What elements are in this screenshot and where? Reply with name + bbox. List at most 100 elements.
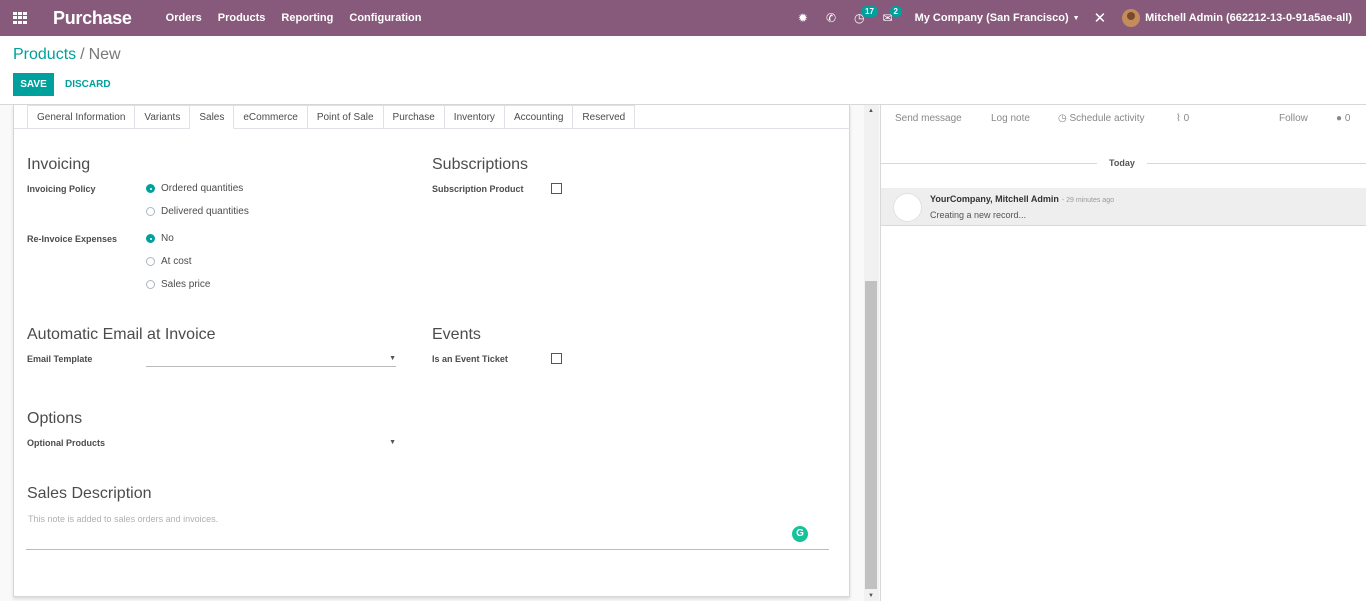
subscription-product-label: Subscription Product (432, 184, 524, 194)
app-name[interactable]: Purchase (53, 8, 132, 29)
sales-description-field[interactable]: This note is added to sales orders and i… (26, 512, 829, 550)
phone-icon[interactable]: ✆ (826, 11, 836, 25)
tab-sales[interactable]: Sales (190, 105, 235, 129)
email-template-select[interactable]: ▼ (146, 353, 396, 367)
user-menu[interactable]: Mitchell Admin (662212-13-0-91a5ae-all) (1122, 9, 1352, 27)
close-icon[interactable]: ✕ (1094, 9, 1107, 27)
user-name: Mitchell Admin (662212-13-0-91a5ae-all) (1145, 12, 1352, 24)
tab-accounting[interactable]: Accounting (504, 105, 574, 129)
save-button[interactable]: SAVE (13, 73, 54, 96)
tab-variants[interactable]: Variants (135, 105, 191, 129)
tab-reserved[interactable]: Reserved (573, 105, 636, 129)
message-count-badge: 2 (889, 6, 902, 17)
tab-ecommerce[interactable]: eCommerce (234, 105, 308, 129)
menu-orders[interactable]: Orders (166, 12, 202, 24)
messages-icon[interactable]: ✉ 2 (883, 6, 902, 25)
user-icon: ● (1336, 113, 1345, 124)
radio-dot (146, 184, 155, 193)
breadcrumb: Products / New (13, 46, 121, 64)
radio-label: Sales price (161, 279, 211, 290)
sales-description-title: Sales Description (27, 485, 152, 502)
event-ticket-checkbox[interactable] (551, 353, 562, 364)
subscription-product-checkbox[interactable] (551, 183, 562, 194)
radio-dot (146, 280, 155, 289)
optional-products-select[interactable]: ▼ (146, 437, 396, 451)
radio-reinvoice-no[interactable]: No (146, 233, 174, 244)
chatter-panel: Send message Log note ◷ Schedule activit… (880, 105, 1366, 601)
scroll-thumb[interactable] (865, 281, 877, 589)
radio-label: No (161, 233, 174, 244)
activity-clock-icon[interactable]: ◷ 17 (854, 6, 878, 25)
attachments-button[interactable]: ⌇ 0 (1176, 113, 1189, 124)
attachments-count: 0 (1183, 113, 1190, 124)
radio-ordered-quantities[interactable]: Ordered quantities (146, 183, 243, 194)
dropdown-arrow-icon: ▼ (389, 355, 396, 362)
message-avatar (893, 193, 922, 222)
event-ticket-label: Is an Event Ticket (432, 354, 508, 364)
menu-products[interactable]: Products (218, 12, 266, 24)
avatar (1122, 9, 1141, 27)
tab-purchase[interactable]: Purchase (383, 105, 445, 129)
company-switcher[interactable]: My Company (San Francisco) ▼ (915, 12, 1080, 24)
company-name: My Company (San Francisco) (914, 12, 1069, 24)
radio-label: Delivered quantities (161, 206, 249, 217)
discard-button[interactable]: DISCARD (65, 79, 111, 90)
breadcrumb-current: New (88, 46, 121, 63)
grammarly-icon[interactable]: G (792, 526, 808, 542)
message-author[interactable]: YourCompany, Mitchell Admin (930, 194, 1059, 204)
breadcrumb-separator: / (80, 46, 85, 63)
notebook-tabs: General Information Variants Sales eComm… (27, 105, 636, 129)
invoicing-policy-label: Invoicing Policy (27, 184, 96, 194)
log-note-button[interactable]: Log note (991, 113, 1030, 124)
auto-email-title: Automatic Email at Invoice (27, 326, 216, 343)
subscriptions-title: Subscriptions (432, 156, 529, 173)
form-scrollbar[interactable]: ▲ ▼ (864, 105, 879, 601)
events-title: Events (432, 326, 481, 343)
radio-label: At cost (161, 256, 192, 267)
paperclip-icon: ⌇ (1176, 113, 1184, 124)
radio-dot (146, 234, 155, 243)
radio-dot (146, 257, 155, 266)
sales-description-placeholder: This note is added to sales orders and i… (28, 514, 219, 524)
date-separator-label: Today (1097, 158, 1147, 168)
chatter-topbar: Send message Log note ◷ Schedule activit… (881, 105, 1366, 133)
clock-icon: ◷ (1058, 113, 1070, 124)
radio-reinvoice-sales-price[interactable]: Sales price (146, 279, 210, 290)
radio-dot (146, 207, 155, 216)
radio-delivered-quantities[interactable]: Delivered quantities (146, 206, 249, 217)
optional-products-label: Optional Products (27, 438, 106, 448)
caret-down-icon: ▼ (1072, 15, 1080, 22)
breadcrumb-products[interactable]: Products (13, 46, 76, 63)
options-title: Options (27, 410, 83, 427)
apps-menu-icon[interactable] (13, 12, 27, 24)
top-navbar: Purchase Orders Products Reporting Confi… (0, 0, 1366, 36)
follow-button[interactable]: Follow (1279, 113, 1308, 124)
systray: ✹ ✆ ◷ 17 ✉ 2 My Company (San Francisco) ▼ ✕… (798, 0, 1366, 36)
scroll-up-arrow-icon[interactable]: ▲ (868, 108, 874, 114)
message-body: Creating a new record... (930, 210, 1027, 220)
menu-reporting[interactable]: Reporting (281, 12, 333, 24)
followers-count: 0 (1344, 113, 1351, 124)
schedule-activity-button[interactable]: ◷ Schedule activity (1058, 113, 1145, 124)
scroll-down-arrow-icon[interactable]: ▼ (868, 593, 874, 599)
form-sheet: General Information Variants Sales eComm… (13, 105, 850, 597)
email-template-label: Email Template (27, 354, 93, 364)
radio-label: Ordered quantities (161, 183, 244, 194)
dropdown-arrow-icon: ▼ (389, 439, 396, 446)
message-header: YourCompany, Mitchell Admin - 29 minutes … (930, 194, 1114, 204)
radio-reinvoice-at-cost[interactable]: At cost (146, 256, 192, 267)
menu-configuration[interactable]: Configuration (349, 12, 421, 24)
main-menu: Orders Products Reporting Configuration (166, 12, 438, 24)
tab-point-of-sale[interactable]: Point of Sale (307, 105, 384, 129)
chatter-message: YourCompany, Mitchell Admin - 29 minutes … (881, 188, 1366, 226)
followers-button[interactable]: ● 0 (1336, 113, 1350, 124)
reinvoice-expenses-label: Re-Invoice Expenses (27, 234, 118, 244)
invoicing-title: Invoicing (27, 156, 91, 173)
bug-icon[interactable]: ✹ (798, 11, 808, 25)
send-message-button[interactable]: Send message (895, 113, 962, 124)
schedule-activity-label: Schedule activity (1069, 113, 1145, 124)
message-date: - 29 minutes ago (1061, 197, 1114, 204)
activity-count-badge: 17 (861, 6, 878, 17)
tab-general-information[interactable]: General Information (27, 105, 136, 129)
tab-inventory[interactable]: Inventory (444, 105, 505, 129)
